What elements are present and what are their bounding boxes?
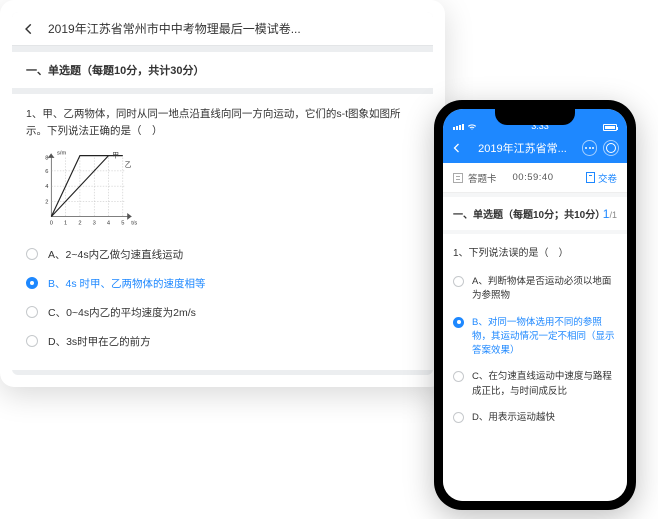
tablet-screen: 2019年江苏省常州市中中考物理最后一模试卷... 一、单选题（每题10分，共计…: [12, 12, 433, 375]
sub-toolbar: 答题卡 00:59:40 交卷: [443, 163, 627, 193]
timer: 00:59:40: [513, 172, 554, 183]
radio-icon: [26, 306, 38, 318]
option-b[interactable]: B、对同一物体选用不同的参照物，其运动情况一定不相同（显示答案效果）: [453, 310, 617, 365]
svg-text:6: 6: [45, 168, 48, 174]
phone-frame: 3:33 2019年江苏省常... 答题卡 00:59:40 交卷 一、单选题（…: [434, 100, 636, 510]
radio-icon: [453, 317, 464, 328]
option-label: D、3s时甲在乙的前方: [48, 334, 151, 349]
option-c[interactable]: C、在匀速直线运动中速度与路程成正比，与时间成反比: [453, 364, 617, 405]
svg-text:2: 2: [45, 199, 48, 205]
st-chart: 0 1 2 3 4 5 t/s 2 4 6 8 s/m 甲 乙: [36, 148, 141, 230]
section-title: 一、单选题（每题10分；共10分）: [453, 206, 603, 221]
phone-screen: 3:33 2019年江苏省常... 答题卡 00:59:40 交卷 一、单选题（…: [443, 109, 627, 501]
svg-text:甲: 甲: [112, 151, 119, 159]
option-label: C、在匀速直线运动中速度与路程成正比，与时间成反比: [472, 370, 617, 399]
radio-icon: [26, 277, 38, 289]
more-button[interactable]: [582, 140, 597, 156]
phone-navbar: 2019年江苏省常...: [443, 133, 627, 163]
svg-text:乙: 乙: [125, 161, 132, 169]
radio-icon: [453, 276, 464, 287]
option-d[interactable]: D、用表示运动越快: [453, 405, 617, 431]
option-a[interactable]: A、判断物体是否运动必须以地面为参照物: [453, 269, 617, 310]
radio-icon: [453, 371, 464, 382]
option-label: D、用表示运动越快: [472, 411, 555, 425]
answer-sheet-icon: [453, 173, 463, 183]
question-stem: 1、甲、乙两物体，同时从同一地点沿直线向同一方向运动，它们的s-t图象如图所示。…: [26, 106, 419, 140]
svg-text:2: 2: [78, 220, 81, 226]
option-label: B、4s 时甲、乙两物体的速度相等: [48, 276, 206, 291]
question-card-1: 1、甲、乙两物体，同时从同一地点沿直线向同一方向运动，它们的s-t图象如图所示。…: [12, 94, 433, 370]
svg-text:1: 1: [64, 220, 67, 226]
svg-text:s/m: s/m: [57, 150, 66, 156]
radio-icon: [26, 335, 38, 347]
option-b[interactable]: B、4s 时甲、乙两物体的速度相等: [26, 269, 419, 298]
submit-icon: [586, 172, 595, 183]
progress-indicator: 1/1: [603, 207, 617, 221]
question-stem: 1、下列说法误的是（ ）: [453, 244, 617, 259]
svg-text:8: 8: [45, 155, 48, 161]
battery-icon: [603, 124, 617, 131]
tablet-header: 2019年江苏省常州市中中考物理最后一模试卷...: [12, 12, 433, 46]
tablet-title: 2019年江苏省常州市中中考物理最后一模试卷...: [48, 20, 301, 37]
option-a[interactable]: A、2~4s内乙做匀速直线运动: [26, 240, 419, 269]
answer-sheet-label[interactable]: 答题卡: [468, 171, 497, 185]
svg-text:5: 5: [121, 220, 124, 226]
option-label: C、0~4s内乙的平均速度为2m/s: [48, 305, 196, 320]
option-label: A、2~4s内乙做匀速直线运动: [48, 247, 183, 262]
phone-notch: [495, 109, 575, 125]
wifi-icon: [467, 123, 477, 131]
phone-section-header: 一、单选题（每题10分；共10分） 1/1: [443, 197, 627, 230]
nav-actions: [582, 140, 619, 156]
option-d[interactable]: D、3s时甲在乙的前方: [26, 327, 419, 356]
option-label: A、判断物体是否运动必须以地面为参照物: [472, 275, 617, 304]
option-c[interactable]: C、0~4s内乙的平均速度为2m/s: [26, 298, 419, 327]
svg-text:0: 0: [50, 220, 53, 226]
target-button[interactable]: [603, 140, 619, 156]
svg-text:3: 3: [93, 220, 96, 226]
option-label: B、对同一物体选用不同的参照物，其运动情况一定不相同（显示答案效果）: [472, 316, 617, 359]
back-icon[interactable]: [22, 22, 36, 36]
signal-icon: [453, 124, 464, 130]
svg-text:4: 4: [45, 184, 49, 190]
submit-label: 交卷: [598, 171, 617, 185]
svg-text:4: 4: [107, 220, 111, 226]
phone-title: 2019年江苏省常...: [463, 140, 582, 156]
submit-button[interactable]: 交卷: [586, 171, 617, 185]
back-icon[interactable]: [451, 142, 463, 154]
radio-icon: [453, 412, 464, 423]
radio-icon: [26, 248, 38, 260]
svg-text:t/s: t/s: [131, 220, 137, 226]
tablet-frame: 2019年江苏省常州市中中考物理最后一模试卷... 一、单选题（每题10分，共计…: [0, 0, 445, 387]
section-header: 一、单选题（每题10分，共计30分）: [12, 52, 433, 88]
phone-question-card: 1、下列说法误的是（ ） A、判断物体是否运动必须以地面为参照物 B、对同一物体…: [443, 234, 627, 501]
